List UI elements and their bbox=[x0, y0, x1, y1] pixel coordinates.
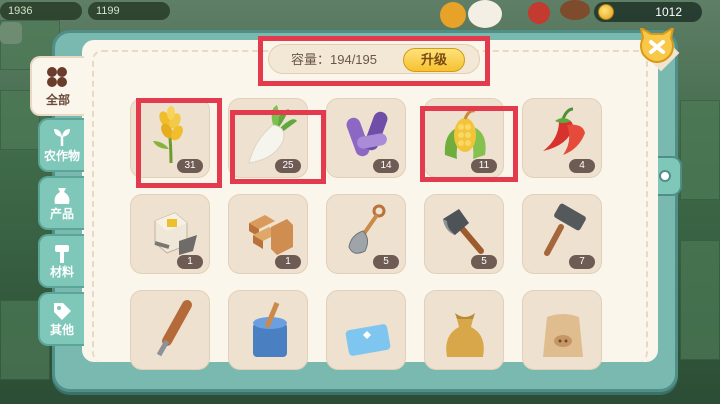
item-count: 5 bbox=[471, 255, 497, 269]
item-slot-sack[interactable] bbox=[522, 290, 602, 370]
fruit-decoration-icon bbox=[440, 2, 466, 28]
item-count: 7 bbox=[569, 255, 595, 269]
handle-dot-icon bbox=[659, 170, 671, 182]
mallet-icon bbox=[544, 203, 586, 256]
item-count: 1 bbox=[177, 255, 203, 269]
tag-icon bbox=[54, 303, 71, 320]
apple-decoration-icon bbox=[528, 2, 550, 24]
money-bag-icon bbox=[446, 313, 484, 357]
menu-icon[interactable] bbox=[0, 22, 22, 44]
item-count: 14 bbox=[373, 159, 399, 173]
highlight-box-wheat bbox=[136, 98, 222, 188]
close-icon bbox=[639, 25, 675, 64]
grid-icon bbox=[47, 67, 67, 87]
hud-stat-1-value: 1936 bbox=[8, 5, 33, 17]
crate-decoration-icon bbox=[560, 0, 590, 20]
shovel-icon bbox=[348, 204, 386, 254]
item-slot-blue-ticket[interactable] bbox=[326, 290, 406, 370]
highlight-box-radish bbox=[230, 110, 326, 184]
item-slot-axe[interactable]: 5 bbox=[424, 194, 504, 274]
coin-value: 1012 bbox=[655, 5, 682, 19]
tab-others[interactable]: 其他 bbox=[38, 292, 84, 346]
bag-icon bbox=[54, 188, 70, 204]
tab-crops[interactable]: 农作物 bbox=[38, 118, 84, 172]
tab-crops-label: 农作物 bbox=[43, 149, 80, 163]
tab-all[interactable]: 全部 bbox=[30, 56, 84, 116]
highlight-box-capacity bbox=[258, 36, 490, 86]
hud-stat-2: 1199 bbox=[88, 2, 170, 20]
item-slot-paint-bucket[interactable] bbox=[228, 290, 308, 370]
chisel-icon bbox=[156, 300, 192, 357]
blue-ticket-icon bbox=[345, 324, 391, 356]
planks-icon bbox=[249, 215, 293, 255]
coin-counter: 1012 bbox=[594, 2, 702, 22]
item-count: 5 bbox=[373, 255, 399, 269]
background-tile bbox=[680, 240, 720, 360]
axe-icon bbox=[443, 209, 484, 254]
item-slot-mallet[interactable]: 7 bbox=[522, 194, 602, 274]
hud-stat-2-value: 1199 bbox=[96, 5, 120, 17]
tab-products-label: 产品 bbox=[49, 207, 74, 221]
item-count: 1 bbox=[275, 255, 301, 269]
paint-bucket-icon bbox=[253, 302, 287, 357]
highlight-box-corn bbox=[420, 106, 518, 182]
nails-box-icon bbox=[154, 212, 197, 255]
tab-products[interactable]: 产品 bbox=[38, 176, 84, 230]
tab-others-label: 其他 bbox=[49, 323, 74, 337]
tab-materials[interactable]: 材料 bbox=[38, 234, 84, 288]
eggplant-icon bbox=[346, 111, 388, 157]
hud-stat-1: 1936 bbox=[0, 2, 82, 20]
item-slot-eggplant[interactable]: 14 bbox=[326, 98, 406, 178]
item-slot-chili-pepper[interactable]: 4 bbox=[522, 98, 602, 178]
item-slot-planks[interactable]: 1 bbox=[228, 194, 308, 274]
chili-pepper-icon bbox=[543, 107, 585, 155]
background-tile bbox=[680, 100, 720, 200]
item-slot-chisel[interactable] bbox=[130, 290, 210, 370]
hammer-icon bbox=[55, 245, 69, 263]
close-button[interactable] bbox=[637, 25, 677, 64]
item-slot-money-bag[interactable] bbox=[424, 290, 504, 370]
item-slot-nails[interactable]: 1 bbox=[130, 194, 210, 274]
item-count: 4 bbox=[569, 159, 595, 173]
tab-all-label: 全部 bbox=[45, 93, 70, 107]
coin-icon bbox=[598, 4, 614, 20]
sprout-icon bbox=[54, 129, 70, 146]
tab-materials-label: 材料 bbox=[49, 265, 74, 279]
item-slot-shovel[interactable]: 5 bbox=[326, 194, 406, 274]
plate-decoration-icon bbox=[468, 0, 502, 28]
sack-icon bbox=[543, 314, 583, 357]
